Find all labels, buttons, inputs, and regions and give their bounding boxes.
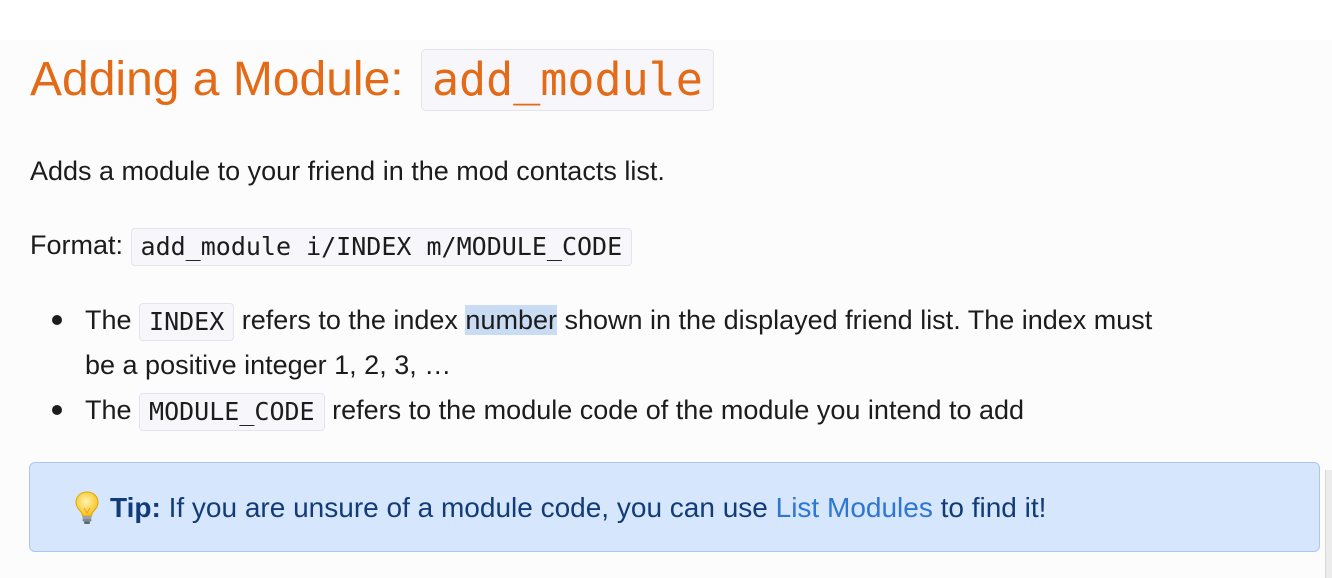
module-code-code: MODULE_CODE [139,392,325,431]
tip-text: Tip: If you are unsure of a module code,… [74,489,1046,527]
scrollbar-edge[interactable] [1325,470,1332,578]
bullet-prefix: The [85,305,140,335]
list-modules-link[interactable]: List Modules [776,492,933,523]
heading-command-code: add_module [420,49,714,111]
bullet-text-continued: shown in the displayed friend list. The … [556,305,1153,335]
section-heading: Adding a Module: add_module [30,49,714,113]
index-code: INDEX [139,302,235,341]
parameter-list: The INDEX refers to the index number sho… [30,298,1320,433]
bullet-prefix: The [85,395,140,425]
tip-label: Tip: [110,492,161,523]
bullet-dot [52,315,62,325]
selected-text-highlight: number [465,305,557,335]
lightbulb-icon [74,491,100,525]
heading-text: Adding a Module: [30,53,417,106]
tip-body: If you are unsure of a module code, you … [160,492,776,523]
bullet-text: refers to the index [234,305,466,335]
bullet-text-wrap: be a positive integer 1, 2, 3, … [85,350,452,380]
bullet-text: refers to the module code of the module … [324,395,1025,425]
tip-callout: Tip: If you are unsure of a module code,… [29,462,1320,552]
intro-paragraph: Adds a module to your friend in the mod … [30,156,665,186]
tip-body-end: to find it! [932,492,1047,523]
page: Adding a Module: add_module Adds a modul… [0,0,1332,578]
format-label: Format: [30,230,131,260]
bullet-dot [52,405,62,415]
format-code: add_module i/INDEX m/MODULE_CODE [130,227,633,266]
list-item-module-code: The MODULE_CODE refers to the module cod… [30,388,1320,433]
format-line: Format: add_module i/INDEX m/MODULE_CODE [30,224,633,266]
list-item-index: The INDEX refers to the index number sho… [30,298,1320,388]
